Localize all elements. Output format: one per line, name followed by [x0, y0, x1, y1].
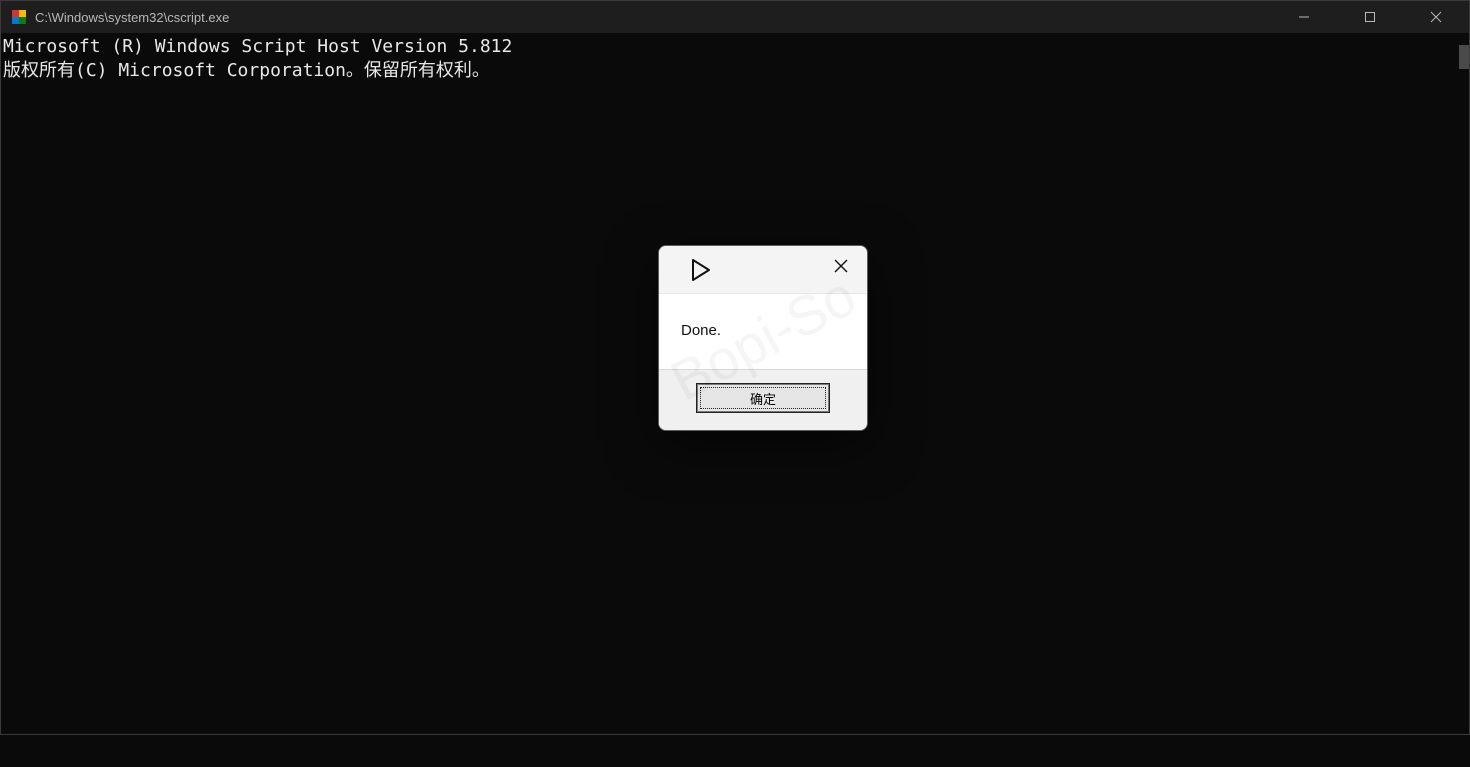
scrollbar-thumb[interactable] [1459, 45, 1469, 69]
dialog-close-button[interactable] [823, 252, 859, 280]
dialog-body: Done. [659, 294, 867, 369]
dialog-message: Done. [681, 322, 721, 339]
dialog-footer: 确定 [659, 369, 867, 430]
minimize-button[interactable] [1271, 1, 1337, 33]
scrollbar-track[interactable] [1459, 33, 1469, 734]
console-line: Microsoft (R) Windows Script Host Versio… [3, 36, 512, 57]
ok-button[interactable]: 确定 [697, 384, 829, 412]
maximize-button[interactable] [1337, 1, 1403, 33]
dialog-titlebar[interactable] [659, 246, 867, 294]
close-button[interactable] [1403, 1, 1469, 33]
ok-button-label: 确定 [750, 389, 776, 408]
console-line: 版权所有(C) Microsoft Corporation。保留所有权利。 [3, 60, 490, 81]
titlebar[interactable]: C:\Windows\system32\cscript.exe [1, 1, 1469, 33]
window-title: C:\Windows\system32\cscript.exe [35, 10, 229, 25]
app-icon [11, 9, 27, 25]
play-icon [687, 257, 713, 283]
message-dialog: Done. 确定 Bopi-So [658, 245, 868, 431]
window-controls [1271, 1, 1469, 33]
